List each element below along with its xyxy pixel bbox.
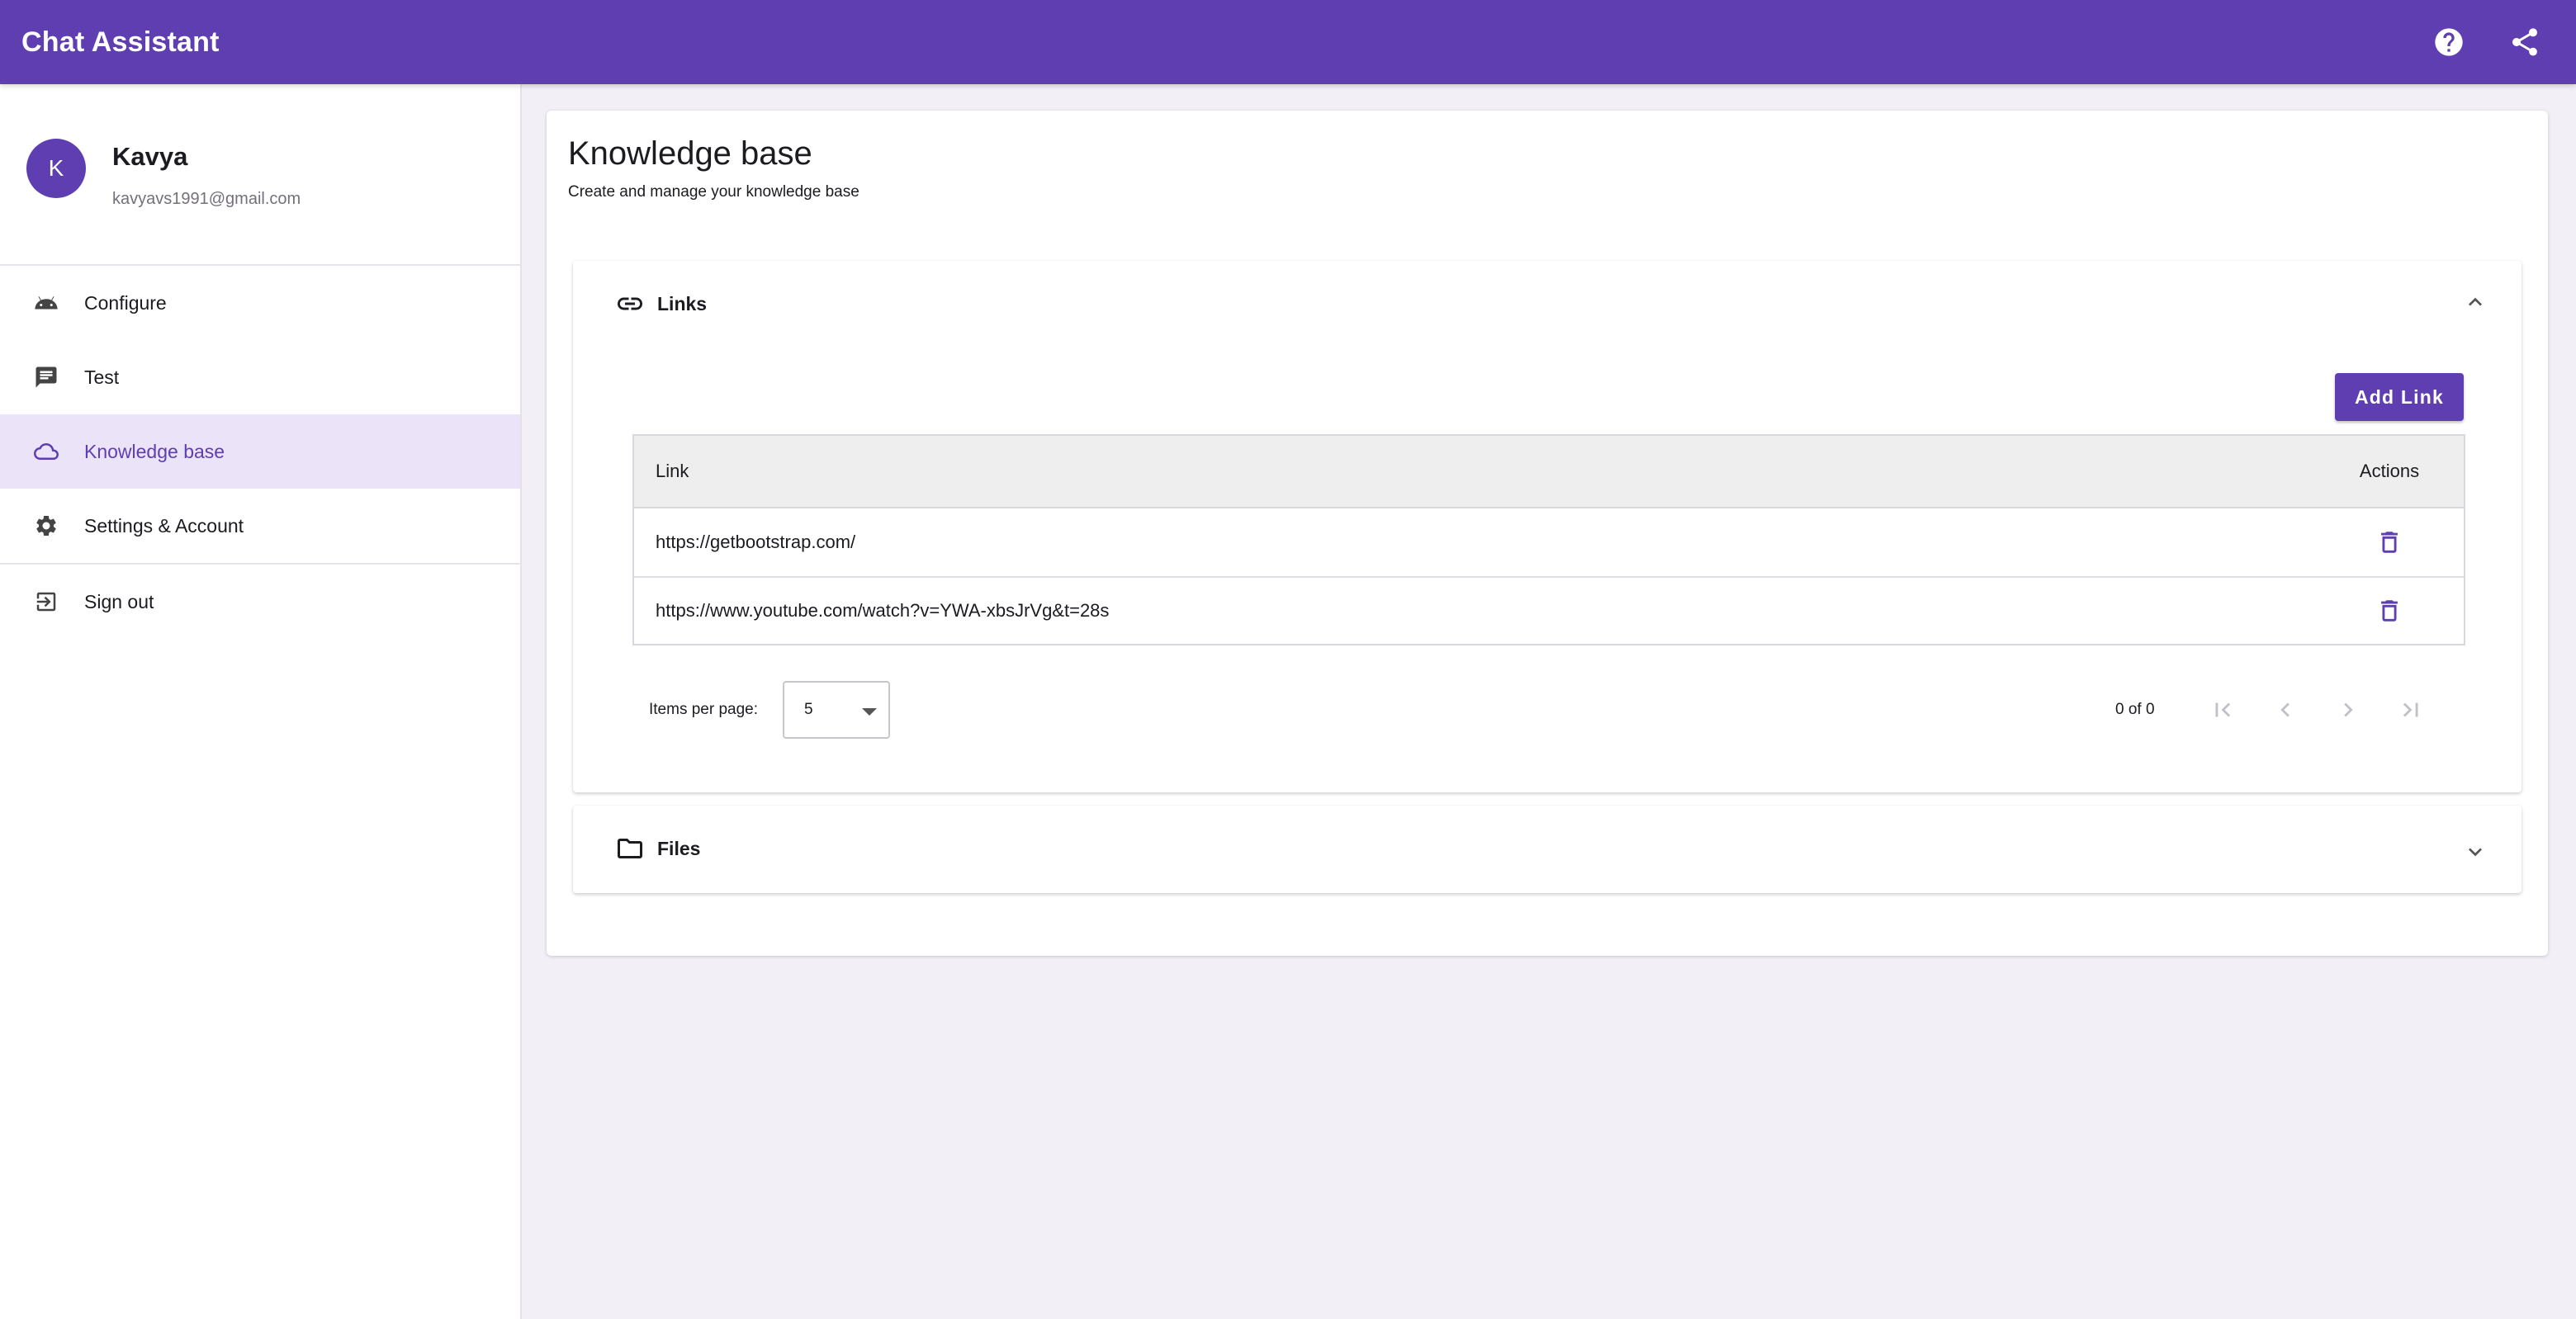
help-circle-icon	[2435, 28, 2463, 56]
paginator: Items per page: 5 0 of 0	[632, 680, 2465, 740]
sidebar-item-label: Settings & Account	[84, 514, 244, 537]
delete-button[interactable]	[2371, 593, 2408, 629]
actions-cell	[2315, 593, 2464, 629]
first-page-button[interactable]	[2203, 690, 2242, 730]
table-row: https://www.youtube.com/watch?v=YWA-xbsJ…	[634, 576, 2464, 644]
main-card: Knowledge base Create and manage your kn…	[547, 111, 2548, 956]
previous-page-button[interactable]	[2266, 690, 2305, 730]
links-panel-title: Links	[657, 292, 708, 314]
app-title: Chat Assistant	[21, 26, 220, 58]
gear-icon	[33, 513, 59, 539]
chevron-left-icon	[2280, 702, 2290, 717]
sidebar-item-configure[interactable]: Configure	[0, 266, 520, 340]
next-page-button[interactable]	[2328, 690, 2368, 730]
sidebar-item-label: Test	[84, 366, 120, 388]
sidebar-item-label: Configure	[84, 291, 167, 314]
sidebar: K Kavya kavyavs1991@gmail.com Configure …	[0, 84, 522, 1319]
sidebar-item-knowledge-base[interactable]: Knowledge base	[0, 414, 520, 489]
share-icon	[2512, 28, 2537, 56]
items-per-page-select[interactable]: 5	[783, 681, 891, 739]
files-panel-header[interactable]: Files	[573, 806, 2522, 891]
add-link-button[interactable]: Add Link	[2335, 373, 2464, 421]
link-cell: https://getbootstrap.com/	[656, 532, 856, 552]
share-button[interactable]	[2503, 21, 2546, 64]
items-per-page-value: 5	[804, 701, 813, 718]
page-subtitle: Create and manage your knowledge base	[568, 183, 859, 201]
topbar-actions	[2427, 21, 2546, 64]
last-page-button[interactable]	[2391, 690, 2431, 730]
delete-button[interactable]	[2371, 524, 2408, 560]
first-page-icon	[2215, 702, 2231, 717]
link-cell: https://www.youtube.com/watch?v=YWA-xbsJ…	[656, 600, 1110, 621]
folder-icon	[614, 833, 646, 864]
table-row: https://getbootstrap.com/	[634, 508, 2464, 576]
chevron-right-icon	[2344, 702, 2353, 717]
files-panel: Files	[573, 806, 2522, 893]
top-app-bar: Chat Assistant	[0, 0, 2576, 84]
user-name: Kavya	[112, 142, 188, 171]
sidebar-item-settings[interactable]: Settings & Account	[0, 489, 520, 563]
chat-icon	[33, 364, 59, 390]
help-button[interactable]	[2427, 21, 2470, 64]
last-page-icon	[2403, 702, 2418, 717]
android-icon	[33, 290, 59, 316]
trash-icon	[2381, 600, 2398, 622]
page-title: Knowledge base	[568, 135, 812, 172]
table-header: Link Actions	[634, 436, 2464, 508]
files-panel-title: Files	[657, 837, 701, 859]
pagination-buttons	[2203, 690, 2431, 730]
items-per-page-label: Items per page:	[649, 701, 759, 718]
column-header-actions: Actions	[2359, 461, 2420, 481]
range-label: 0 of 0	[2115, 701, 2155, 718]
chevron-down-icon[interactable]	[2460, 837, 2490, 867]
sidebar-item-sign-out[interactable]: Sign out	[0, 565, 520, 639]
sidebar-item-label: Sign out	[84, 590, 154, 612]
avatar: K	[26, 139, 86, 198]
trash-icon	[2381, 532, 2398, 553]
links-panel: Links Add Link Link Actions https://getb…	[573, 261, 2522, 792]
user-email: kavyavs1991@gmail.com	[112, 190, 301, 208]
profile-text: Kavya kavyavs1991@gmail.com	[112, 139, 301, 209]
dropdown-arrow-icon	[862, 707, 878, 716]
user-profile: K Kavya kavyavs1991@gmail.com	[0, 84, 520, 266]
links-panel-header[interactable]: Links	[573, 261, 2522, 347]
logout-icon	[33, 589, 59, 615]
links-table: Link Actions https://getbootstrap.com/ h…	[632, 434, 2465, 645]
column-header-link: Link	[656, 461, 689, 481]
sidebar-item-label: Knowledge base	[84, 440, 225, 462]
chevron-up-icon[interactable]	[2460, 287, 2490, 317]
actions-cell	[2315, 524, 2464, 560]
sidebar-item-test[interactable]: Test	[0, 340, 520, 414]
cloud-icon	[33, 438, 59, 465]
link-icon	[614, 288, 646, 319]
